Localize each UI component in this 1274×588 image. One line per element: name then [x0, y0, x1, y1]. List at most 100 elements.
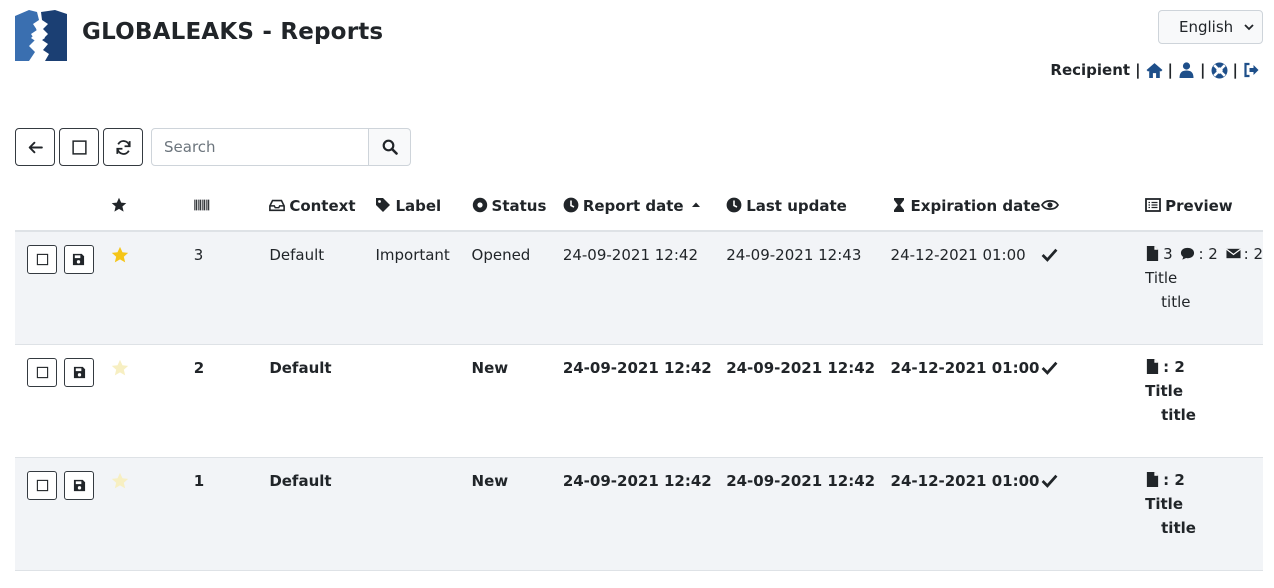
save-icon — [73, 253, 85, 266]
support-icon[interactable] — [1211, 62, 1228, 79]
search-group — [151, 128, 411, 166]
table-row[interactable]: 2 Default New 24-09-2021 12:42 24-09-202… — [15, 344, 1263, 458]
language-select[interactable]: English — [1158, 10, 1263, 44]
column-seen[interactable] — [1040, 182, 1146, 232]
select-all-checkbox-icon — [71, 139, 87, 155]
row-report-date: 24-09-2021 12:42 — [562, 457, 727, 571]
row-select-checkbox[interactable] — [27, 357, 57, 387]
sort-up-icon — [691, 202, 700, 207]
row-status: New — [471, 457, 563, 571]
star-icon[interactable] — [111, 246, 129, 264]
column-expiration-date[interactable]: Expiration date — [890, 182, 1041, 232]
nav-separator: | — [1167, 61, 1174, 79]
row-id: 1 — [193, 457, 270, 571]
row-preview: : 2 Title title — [1145, 457, 1263, 571]
column-status-label: Status — [491, 197, 547, 215]
row-report-date: 24-09-2021 12:42 — [562, 231, 727, 345]
barcode-icon — [193, 199, 209, 211]
search-icon — [382, 139, 398, 155]
eye-icon — [1040, 199, 1059, 211]
comments-count: 2 — [1208, 245, 1218, 263]
row-last-update: 24-09-2021 12:42 — [726, 344, 891, 458]
preview-question: Title — [1145, 381, 1183, 400]
clock-icon — [563, 197, 579, 213]
globaleaks-logo-icon — [15, 10, 67, 61]
column-actions — [15, 182, 112, 232]
file-icon — [1147, 358, 1159, 374]
table-row[interactable]: 1 Default New 24-09-2021 12:42 24-09-202… — [15, 457, 1263, 571]
nav-separator: | — [1200, 61, 1206, 79]
clock-icon — [726, 197, 742, 213]
row-status: New — [471, 344, 563, 458]
column-last-update-label: Last update — [746, 197, 847, 215]
files-count: 2 — [1174, 470, 1185, 489]
row-important — [111, 231, 194, 345]
envelope-icon — [1225, 248, 1241, 259]
row-actions — [15, 231, 112, 345]
column-preview-label: Preview — [1165, 197, 1233, 215]
row-export-button[interactable] — [63, 245, 94, 274]
column-context[interactable]: Context — [269, 182, 376, 232]
column-report-date[interactable]: Report date — [562, 182, 727, 232]
column-status[interactable]: Status — [471, 182, 563, 232]
checkbox-icon — [36, 366, 48, 378]
check-icon — [1041, 474, 1058, 488]
page-title: GLOBALEAKS - Reports — [82, 19, 384, 45]
search-input[interactable] — [151, 128, 369, 166]
preview-question: Title — [1145, 494, 1183, 513]
logout-icon[interactable] — [1243, 62, 1260, 79]
nav-separator: | — [1135, 61, 1141, 79]
column-important[interactable] — [111, 182, 194, 232]
row-actions — [15, 457, 112, 571]
save-icon — [73, 479, 85, 491]
star-icon[interactable] — [111, 472, 129, 490]
row-label: Important — [375, 231, 472, 345]
preview-question: Title — [1145, 269, 1178, 287]
row-export-button[interactable] — [64, 470, 95, 500]
preview-answer: title — [1161, 405, 1196, 424]
refresh-icon — [115, 139, 131, 155]
row-last-update: 24-09-2021 12:43 — [726, 231, 891, 345]
row-preview: : 2 Title title — [1145, 344, 1263, 458]
row-status: Opened — [471, 231, 563, 345]
check-icon — [1041, 361, 1058, 375]
list-alt-icon — [1145, 198, 1162, 212]
row-select-checkbox[interactable] — [27, 470, 57, 500]
file-icon — [1147, 246, 1159, 261]
select-all-button[interactable] — [59, 128, 99, 166]
comment-icon — [1181, 247, 1195, 260]
row-export-button[interactable] — [64, 357, 95, 387]
save-icon — [73, 366, 85, 378]
status-dot-icon — [472, 197, 487, 213]
files-count: 3 — [1163, 245, 1173, 263]
tag-icon — [376, 198, 391, 212]
row-report-date: 24-09-2021 12:42 — [562, 344, 727, 458]
refresh-button[interactable] — [103, 128, 143, 166]
column-id[interactable] — [193, 182, 270, 232]
row-preview: 3 : 2 : 2 Title title — [1145, 231, 1263, 345]
star-icon[interactable] — [111, 359, 129, 377]
column-label-label: Label — [395, 197, 442, 215]
table-row[interactable]: 3 Default Important Opened 24-09-2021 12… — [15, 231, 1263, 345]
row-expiration-date: 24-12-2021 01:00 — [890, 344, 1041, 458]
back-arrow-icon — [28, 141, 43, 153]
column-preview[interactable]: Preview — [1145, 182, 1263, 232]
search-button[interactable] — [369, 128, 411, 166]
row-seen — [1040, 231, 1146, 345]
row-context: Default — [269, 344, 376, 458]
files-count: 2 — [1174, 357, 1185, 376]
preview-counters: : 2 — [1145, 468, 1263, 492]
column-last-update[interactable]: Last update — [726, 182, 891, 232]
back-button[interactable] — [15, 128, 55, 166]
home-icon[interactable] — [1146, 62, 1163, 79]
user-icon[interactable] — [1178, 62, 1195, 79]
row-select-checkbox[interactable] — [27, 245, 57, 274]
language-value: English — [1179, 18, 1234, 36]
toolbar — [15, 128, 411, 166]
row-last-update: 24-09-2021 12:42 — [726, 457, 891, 571]
column-label[interactable]: Label — [375, 182, 472, 232]
row-expiration-date: 24-12-2021 01:00 — [890, 231, 1041, 345]
column-expiration-date-label: Expiration date — [910, 197, 1041, 215]
hourglass-icon — [893, 198, 904, 212]
row-label — [375, 344, 472, 458]
